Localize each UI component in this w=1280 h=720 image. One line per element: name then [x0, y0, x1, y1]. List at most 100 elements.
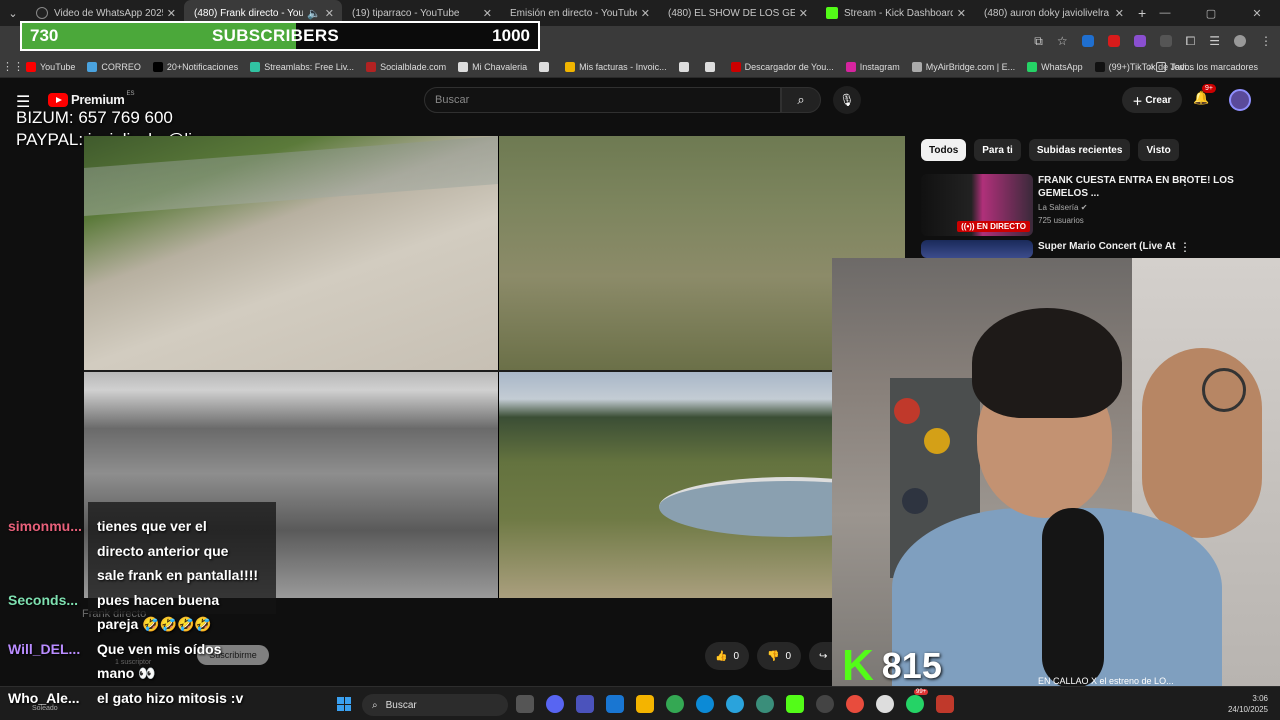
maximize-icon[interactable]: ▢ — [1188, 7, 1234, 20]
extension-icon[interactable] — [1107, 35, 1120, 47]
chip-para-ti[interactable]: Para ti — [974, 139, 1021, 161]
bookmark-item[interactable]: Instagram — [845, 61, 900, 72]
tab-kick-dashboard[interactable]: Stream - Kick Dashboard ✕ — [816, 0, 974, 26]
like-button[interactable]: 👍 0 — [705, 642, 750, 670]
chip-subidas-recientes[interactable]: Subidas recientes — [1028, 139, 1131, 161]
install-icon[interactable]: ⧉ — [1034, 34, 1043, 49]
whatsapp-icon[interactable]: 99+ — [906, 689, 929, 713]
close-icon[interactable]: ✕ — [483, 7, 492, 20]
extensions-puzzle-icon[interactable]: ⧠ — [1186, 34, 1196, 49]
kick-icon[interactable] — [786, 695, 804, 713]
bookmark-item[interactable]: YouTube — [26, 61, 75, 72]
profile-avatar[interactable] — [1234, 35, 1246, 47]
close-icon[interactable]: ✕ — [641, 7, 650, 20]
taskbar-clock[interactable]: 3:06 24/10/2025 — [1228, 693, 1268, 715]
extension-icon[interactable] — [1133, 35, 1146, 47]
app-icon[interactable] — [936, 695, 954, 713]
more-options-icon[interactable]: ⋮ — [1179, 174, 1191, 188]
chat-message: Que ven mis oídos — [97, 640, 222, 657]
bookmark-item[interactable] — [539, 61, 553, 72]
search-input[interactable]: Buscar — [424, 87, 781, 113]
chat-message: pues hacen buena — [97, 591, 220, 608]
create-button[interactable]: ＋ Crear — [1122, 87, 1182, 113]
dislike-button[interactable]: 👎 0 — [757, 642, 802, 670]
chat-username: simonmu... — [8, 518, 82, 534]
rec-title[interactable]: FRANK CUESTA ENTRA EN BROTE! LOS GEMELOS… — [1038, 174, 1248, 200]
tab-auron-doky[interactable]: (480) auron doky javiolivelra - Y ✕ — [974, 0, 1132, 26]
bookmark-item[interactable]: 20+Notificaciones — [152, 61, 238, 72]
kick-icon — [826, 7, 838, 19]
video-thumbnail[interactable]: ((•)) EN DIRECTO — [921, 174, 1033, 236]
bookmark-item[interactable]: Socialblade.com — [366, 61, 446, 72]
task-view-icon[interactable] — [516, 695, 534, 713]
kick-count: 815 — [881, 645, 942, 686]
bookmark-item[interactable]: MyAirBridge.com | E... — [911, 61, 1016, 72]
bookmark-label: MyAirBridge.com | E... — [925, 61, 1016, 72]
bookmark-item[interactable]: WhatsApp — [1027, 61, 1083, 72]
close-icon[interactable]: ✕ — [1115, 7, 1124, 20]
obs-icon[interactable] — [876, 695, 894, 713]
more-options-icon[interactable]: ⋮ — [1179, 240, 1191, 254]
tab-show-gemelos[interactable]: (480) EL SHOW DE LOS GEMELO ✕ — [658, 0, 816, 26]
subscriber-goal: 1000 — [492, 26, 530, 45]
bookmark-label: WhatsApp — [1041, 61, 1083, 72]
bookmark-item[interactable]: CORREO — [87, 61, 141, 72]
reading-list-icon[interactable]: ☰ — [1209, 34, 1220, 48]
bookmark-item[interactable] — [678, 61, 693, 72]
close-icon[interactable]: ✕ — [957, 7, 966, 20]
bookmark-favicon-icon — [87, 61, 98, 72]
tab-label: (480) auron doky javiolivelra - Y — [984, 7, 1111, 19]
bookmark-favicon-icon — [1094, 61, 1105, 72]
close-icon[interactable]: ✕ — [167, 7, 176, 20]
chip-visto[interactable]: Visto — [1138, 139, 1179, 161]
voice-search-button[interactable]: 🎙 — [833, 86, 861, 114]
discord-icon[interactable] — [546, 695, 564, 713]
chip-todos[interactable]: Todos — [921, 139, 967, 161]
windows-start-icon[interactable] — [337, 697, 351, 711]
clock-date: 24/10/2025 — [1227, 705, 1268, 714]
file-explorer-icon[interactable] — [636, 695, 654, 713]
youtube-premium-logo[interactable]: Premium ES — [48, 91, 135, 107]
app-icon[interactable] — [846, 695, 864, 713]
teams-icon[interactable] — [576, 695, 594, 713]
bookmark-item[interactable]: Mis facturas - Invoic... — [565, 61, 667, 72]
bookmark-favicon-icon — [458, 61, 469, 72]
weather-widget[interactable]: Soleado — [32, 705, 58, 712]
close-icon[interactable]: ✕ — [325, 7, 334, 20]
taskbar-search[interactable]: ⌕ Buscar — [362, 694, 508, 716]
verified-icon: ✔ — [1080, 203, 1088, 212]
extension-icon[interactable] — [1081, 35, 1094, 47]
streamer-webcam — [832, 258, 1280, 686]
browser-menu-icon[interactable]: ⋮ — [1260, 34, 1272, 48]
screen: ⌄ Video de WhatsApp 2025-10-2 ✕ (480) Fr… — [0, 0, 1280, 720]
bookmark-item[interactable]: Mi Chavaleria — [458, 61, 527, 72]
kick-logo-icon: K — [842, 641, 874, 690]
close-window-icon[interactable]: ✕ — [1234, 7, 1280, 20]
outlook-icon[interactable] — [606, 695, 624, 713]
extension-icon[interactable] — [1159, 35, 1172, 47]
bookmark-item[interactable]: Streamlabs: Free Liv... — [250, 61, 354, 72]
browser-icon[interactable] — [756, 695, 774, 713]
more-bookmarks-icon[interactable]: » — [1148, 61, 1154, 73]
rec-title[interactable]: Super Mario Concert (Live At — [1038, 240, 1248, 253]
apps-grid-icon[interactable]: ⋮⋮ — [0, 60, 26, 73]
recommended-video[interactable]: ((•)) EN DIRECTO FRANK CUESTA ENTRA EN B… — [921, 174, 1271, 236]
bookmark-star-icon[interactable]: ☆ — [1057, 34, 1068, 48]
speaker-icon[interactable]: 🔈 — [307, 7, 321, 20]
edge-icon[interactable] — [696, 695, 714, 713]
app-icon[interactable] — [816, 695, 834, 713]
minimize-icon[interactable]: — — [1142, 7, 1188, 19]
all-bookmarks[interactable]: Todos los marcadores — [1155, 61, 1258, 72]
search-button[interactable]: ⌕ — [781, 87, 821, 113]
bookmark-item[interactable]: Descargador de You... — [730, 61, 834, 72]
bookmark-favicon-icon — [152, 61, 163, 72]
video-thumbnail[interactable] — [921, 240, 1033, 258]
chrome-icon[interactable] — [666, 695, 684, 713]
bookmark-label: Mis facturas - Invoic... — [579, 61, 667, 72]
tab-label: (19) tiparraco - YouTube — [352, 7, 460, 19]
account-avatar[interactable] — [1229, 89, 1251, 111]
close-icon[interactable]: ✕ — [799, 7, 808, 20]
telegram-icon[interactable] — [726, 695, 744, 713]
rec-channel[interactable]: La Salsería — [1038, 203, 1078, 212]
bookmark-item[interactable] — [704, 61, 719, 72]
